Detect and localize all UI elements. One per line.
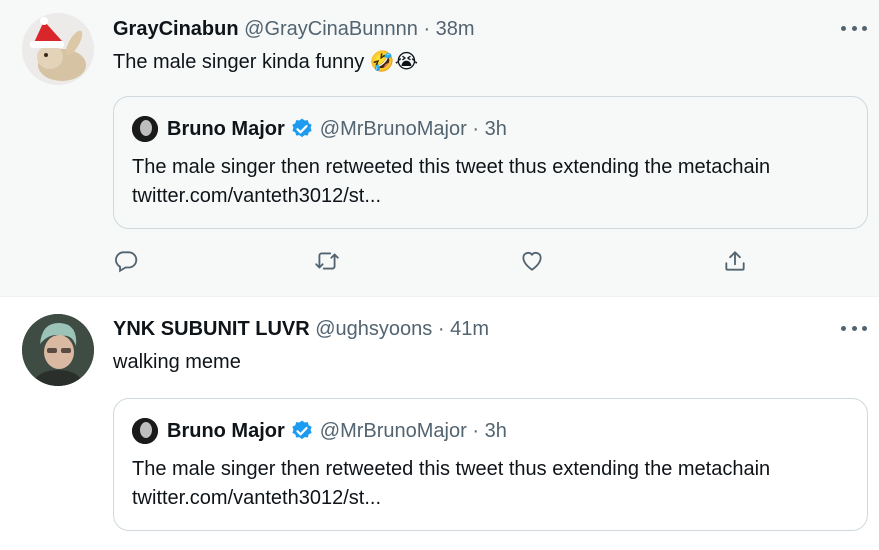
quoted-tweet[interactable]: Bruno Major @MrBrunoMajor · 3h The male … (113, 398, 868, 531)
quote-display-name: Bruno Major (167, 419, 285, 442)
tweet-header: GrayCinabun @GrayCinaBunnnn · 38m (113, 17, 475, 41)
quote-text: The male singer then retweeted this twee… (132, 156, 771, 207)
quote-avatar (132, 418, 158, 444)
person-photo-avatar-icon (22, 314, 94, 386)
quote-avatar (132, 116, 158, 142)
quote-separator: · (472, 419, 480, 442)
handle[interactable]: @ughsyoons (315, 318, 432, 340)
display-name[interactable]: YNK SUBUNIT LUVR (113, 318, 310, 340)
more-options-icon[interactable] (841, 18, 867, 38)
tweet[interactable]: YNK SUBUNIT LUVR @ughsyoons · 41m walkin… (0, 297, 879, 550)
bunny-santa-hat-avatar-icon (22, 13, 94, 85)
quote-timestamp: 3h (484, 117, 507, 140)
tweet-actions (111, 246, 751, 280)
separator: · (423, 18, 431, 40)
verified-badge-icon (290, 419, 314, 443)
quote-handle: @MrBrunoMajor (319, 117, 467, 140)
quote-handle: @MrBrunoMajor (319, 419, 467, 442)
like-icon[interactable] (517, 246, 547, 276)
tweet-text: The male singer kinda funny 🤣😭 (113, 51, 419, 73)
more-options-icon[interactable] (841, 318, 867, 338)
reply-icon[interactable] (111, 246, 141, 276)
quoted-tweet[interactable]: Bruno Major @MrBrunoMajor · 3h The male … (113, 96, 868, 229)
handle[interactable]: @GrayCinaBunnnn (244, 18, 418, 40)
tweet-text: walking meme (113, 351, 241, 373)
timestamp[interactable]: 41m (450, 318, 489, 340)
separator: · (437, 318, 445, 340)
display-name[interactable]: GrayCinabun (113, 18, 239, 40)
retweet-icon[interactable] (312, 246, 342, 276)
share-icon[interactable] (720, 246, 750, 276)
verified-badge-icon (290, 117, 314, 141)
tweet[interactable]: GrayCinabun @GrayCinaBunnnn · 38m The ma… (0, 0, 879, 296)
avatar[interactable] (22, 314, 94, 386)
quote-timestamp: 3h (484, 419, 507, 442)
quote-display-name: Bruno Major (167, 117, 285, 140)
timestamp[interactable]: 38m (436, 18, 475, 40)
avatar[interactable] (22, 13, 94, 85)
quote-text: The male singer then retweeted this twee… (132, 458, 771, 509)
tweet-header: YNK SUBUNIT LUVR @ughsyoons · 41m (113, 317, 489, 341)
quote-separator: · (472, 117, 480, 140)
